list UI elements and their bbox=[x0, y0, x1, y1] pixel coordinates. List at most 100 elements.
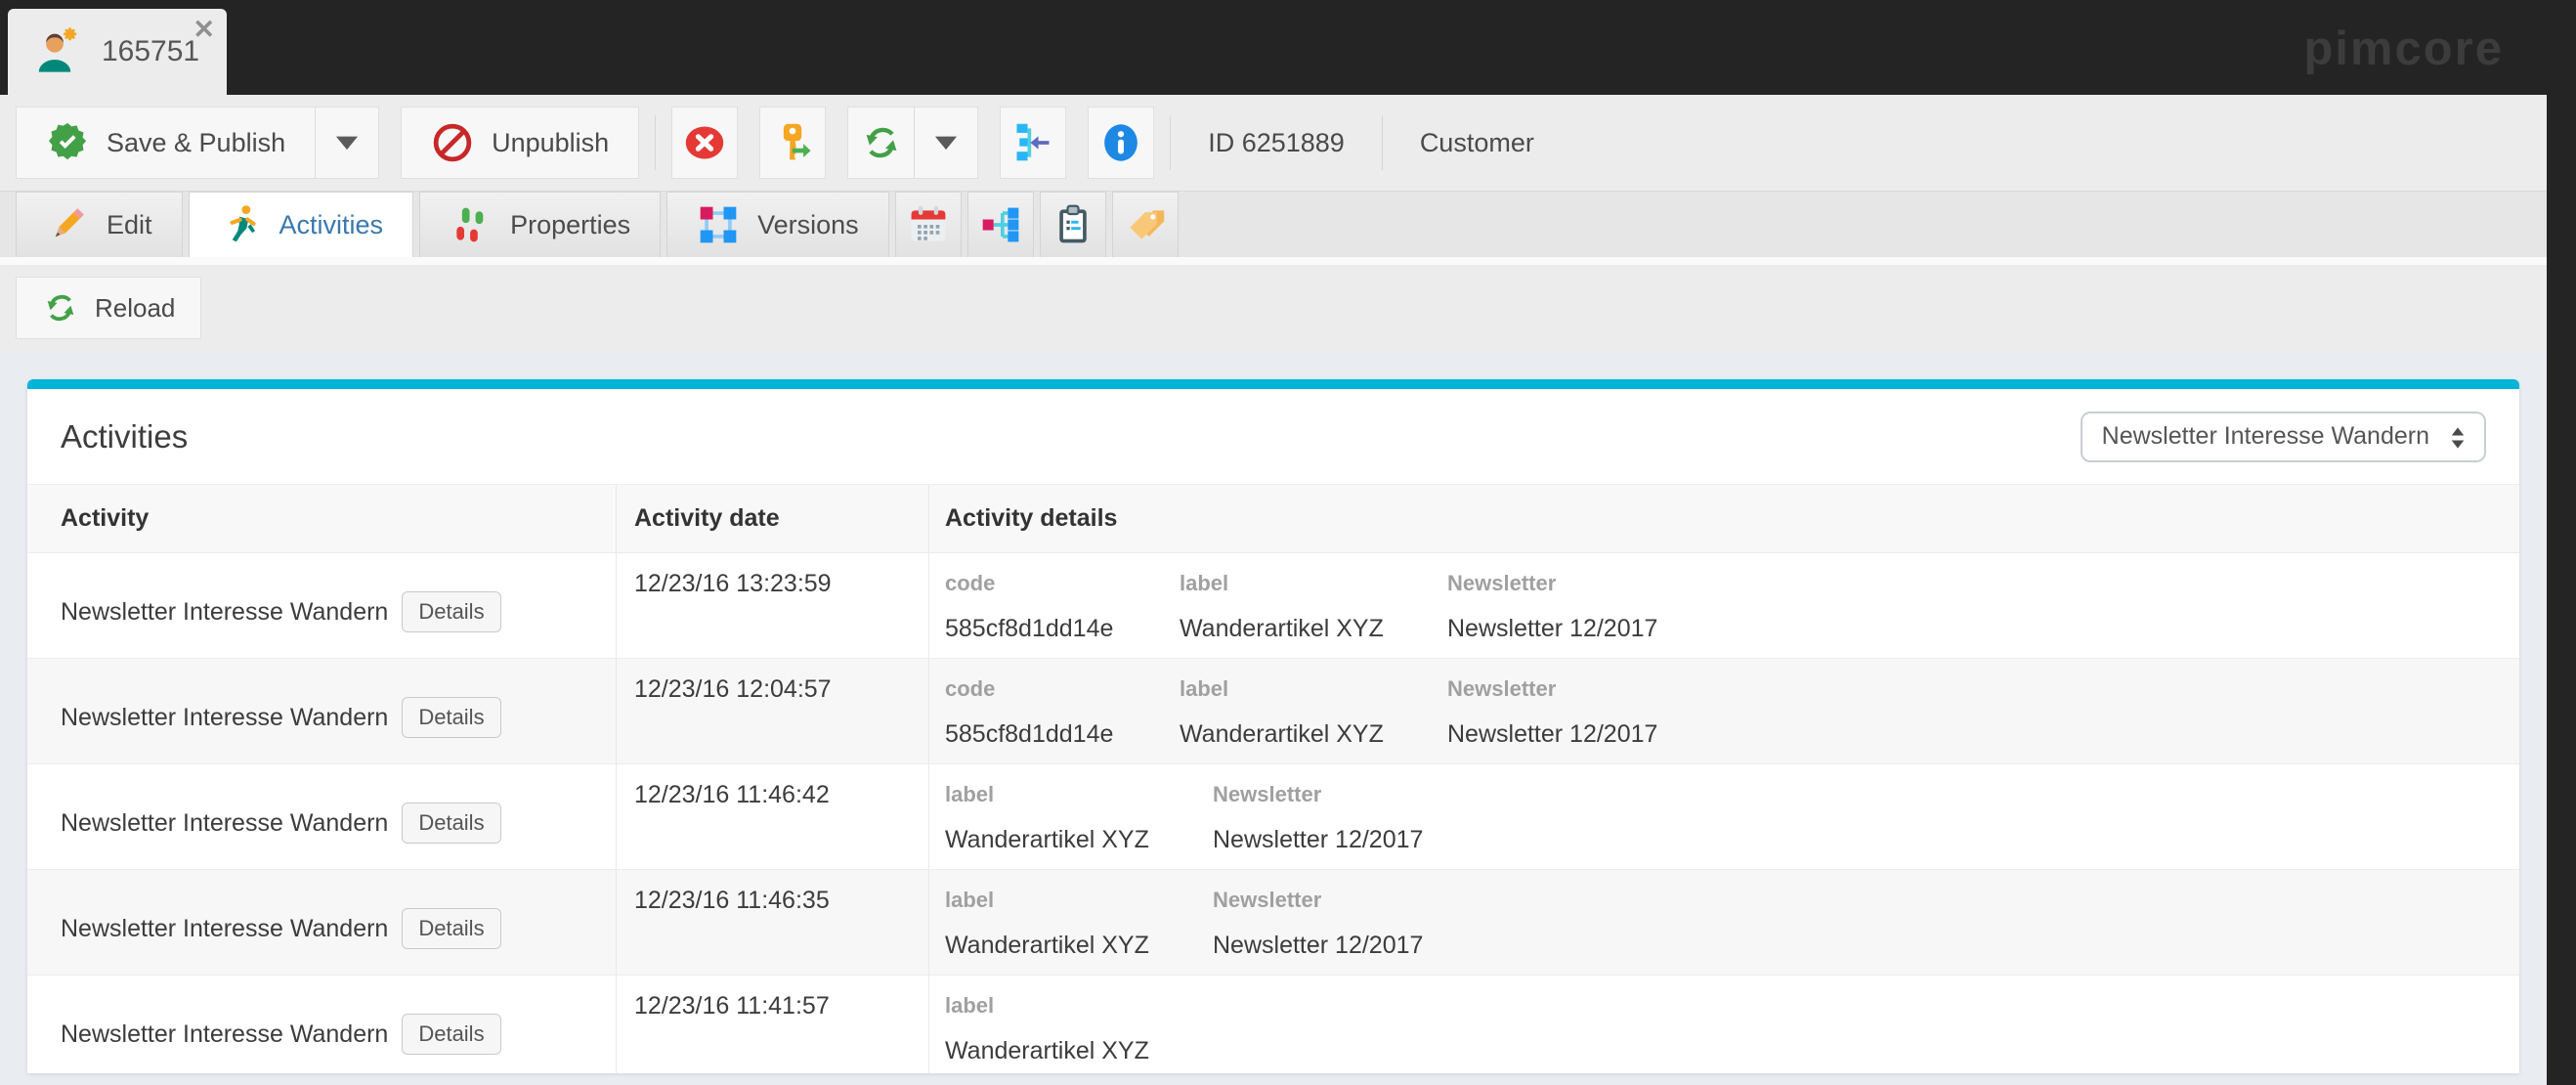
tab-edit-label: Edit bbox=[107, 210, 152, 240]
column-header-activity-details: Activity details bbox=[928, 485, 2519, 552]
detail-field-value: 585cf8d1dd14e bbox=[945, 716, 1180, 752]
detail-field-key: Newsletter bbox=[1213, 883, 1423, 918]
rename-key-button[interactable] bbox=[759, 107, 826, 179]
activity-details-fields: code 585cf8d1dd14elabelWanderartikel XYZN… bbox=[928, 659, 2519, 763]
detail-field-key: Newsletter bbox=[1447, 672, 1657, 707]
tags-icon bbox=[1124, 203, 1167, 246]
detail-field-key: Newsletter bbox=[1447, 566, 1657, 601]
detail-field-value: Wanderartikel XYZ bbox=[1180, 716, 1447, 752]
activities-toolbar: Reload bbox=[0, 265, 2576, 353]
activities-panel-header: Activities Newsletter Interesse Wandern bbox=[27, 389, 2519, 484]
calendar-icon bbox=[907, 203, 950, 246]
tab-dependencies[interactable] bbox=[967, 192, 1034, 257]
detail-field-label: labelWanderartikel XYZ bbox=[945, 777, 1213, 869]
pencil-icon bbox=[46, 203, 89, 246]
activity-name: Newsletter Interesse Wandern bbox=[61, 700, 388, 735]
info-button[interactable] bbox=[1088, 107, 1154, 179]
activity-details-fields: labelWanderartikel XYZ bbox=[928, 976, 2519, 1073]
detail-field-value: 585cf8d1dd14e bbox=[945, 611, 1180, 646]
details-button[interactable]: Details bbox=[402, 908, 500, 949]
table-row: Newsletter Interesse Wandern Details 12/… bbox=[27, 976, 2519, 1073]
unpublish-button[interactable]: Unpublish bbox=[401, 107, 639, 179]
activity-filter-select[interactable]: Newsletter Interesse Wandern bbox=[2081, 412, 2486, 462]
save-publish-label: Save & Publish bbox=[107, 128, 285, 158]
tab-versions[interactable]: Versions bbox=[666, 192, 889, 257]
detail-field-code: code 585cf8d1dd14e bbox=[945, 672, 1180, 763]
open-object-tab[interactable]: 165751 ✕ bbox=[8, 9, 227, 95]
reload-object-button[interactable] bbox=[847, 107, 914, 179]
activity-cell: Newsletter Interesse Wandern Details bbox=[27, 553, 616, 658]
delete-icon bbox=[683, 121, 726, 164]
activity-date-cell: 12/23/16 11:41:57 bbox=[616, 976, 928, 1073]
ban-icon bbox=[431, 121, 474, 164]
activity-cell: Newsletter Interesse Wandern Details bbox=[27, 659, 616, 763]
activity-details-fields: labelWanderartikel XYZNewsletterNewslett… bbox=[928, 764, 2519, 869]
object-type-label: Customer bbox=[1398, 128, 1556, 158]
detail-field-newsletter: Newsletter Newsletter 12/2017 bbox=[1447, 566, 1657, 658]
pimcore-logo: pimcore bbox=[2303, 22, 2504, 76]
activity-details-fields: code 585cf8d1dd14elabelWanderartikel XYZN… bbox=[928, 553, 2519, 658]
activity-cell: Newsletter Interesse Wandern Details bbox=[27, 764, 616, 869]
activity-date-cell: 12/23/16 12:04:57 bbox=[616, 659, 928, 763]
detail-field-newsletter: NewsletterNewsletter 12/2017 bbox=[1213, 883, 1423, 975]
save-publish-button[interactable]: Save & Publish bbox=[16, 107, 315, 179]
tab-notes-events[interactable] bbox=[1040, 192, 1106, 257]
detail-field-key: code bbox=[945, 566, 1180, 601]
activity-date: 12/23/16 11:41:57 bbox=[634, 976, 928, 1023]
close-tab-icon[interactable]: ✕ bbox=[193, 17, 215, 43]
toolbar-divider bbox=[1170, 115, 1171, 170]
reload-label: Reload bbox=[95, 293, 175, 324]
tab-edit[interactable]: Edit bbox=[16, 192, 183, 257]
save-options-caret-button[interactable] bbox=[315, 107, 379, 179]
toolbar-divider bbox=[1382, 115, 1383, 170]
activities-table-body: Newsletter Interesse Wandern Details 12/… bbox=[27, 553, 2519, 1073]
locate-in-tree-button[interactable] bbox=[1000, 107, 1066, 179]
detail-field-code: code 585cf8d1dd14e bbox=[945, 566, 1180, 658]
object-tab-title: 165751 bbox=[102, 35, 199, 68]
details-button[interactable]: Details bbox=[402, 1014, 500, 1055]
unpublish-label: Unpublish bbox=[492, 128, 609, 158]
right-edge-strip bbox=[2547, 0, 2576, 1085]
activity-filter-value: Newsletter Interesse Wandern bbox=[2102, 422, 2429, 451]
info-icon bbox=[1099, 121, 1142, 164]
detail-field-label: labelWanderartikel XYZ bbox=[1180, 672, 1447, 763]
object-id-label: ID 6251889 bbox=[1186, 128, 1366, 158]
hierarchy-icon bbox=[979, 203, 1022, 246]
tab-schedule[interactable] bbox=[895, 192, 962, 257]
detail-field-label: labelWanderartikel XYZ bbox=[945, 883, 1213, 975]
activity-date-cell: 12/23/16 11:46:35 bbox=[616, 870, 928, 975]
detail-field-value: Newsletter 12/2017 bbox=[1213, 822, 1423, 857]
tab-properties[interactable]: Properties bbox=[419, 192, 661, 257]
details-button[interactable]: Details bbox=[402, 697, 500, 738]
detail-field-key: code bbox=[945, 672, 1180, 707]
panel-title: Activities bbox=[61, 418, 188, 456]
select-arrows-icon bbox=[2443, 423, 2472, 453]
activity-name: Newsletter Interesse Wandern bbox=[61, 805, 388, 841]
user-avatar-icon bbox=[29, 26, 80, 77]
delete-button[interactable] bbox=[671, 107, 738, 179]
activity-date: 12/23/16 13:23:59 bbox=[634, 553, 928, 601]
reload-options-caret-button[interactable] bbox=[914, 107, 978, 179]
tab-activities[interactable]: Activities bbox=[189, 192, 414, 257]
tab-tags[interactable] bbox=[1112, 192, 1179, 257]
activity-cell: Newsletter Interesse Wandern Details bbox=[27, 870, 616, 975]
detail-field-value: Wanderartikel XYZ bbox=[1180, 611, 1447, 646]
detail-field-newsletter: Newsletter Newsletter 12/2017 bbox=[1447, 672, 1657, 763]
reload-button[interactable]: Reload bbox=[16, 277, 201, 339]
detail-field-value: Newsletter 12/2017 bbox=[1447, 611, 1657, 646]
activity-date-cell: 12/23/16 13:23:59 bbox=[616, 553, 928, 658]
detail-field-newsletter: NewsletterNewsletter 12/2017 bbox=[1213, 777, 1423, 869]
detail-field-label: labelWanderartikel XYZ bbox=[1180, 566, 1447, 658]
caret-down-icon bbox=[927, 124, 965, 161]
tab-activities-label: Activities bbox=[279, 210, 384, 240]
details-button[interactable]: Details bbox=[402, 803, 500, 844]
versions-icon bbox=[697, 203, 740, 246]
details-button[interactable]: Details bbox=[402, 591, 500, 632]
detail-field-value: Wanderartikel XYZ bbox=[945, 928, 1213, 963]
activity-date-cell: 12/23/16 11:46:42 bbox=[616, 764, 928, 869]
tab-properties-label: Properties bbox=[510, 210, 630, 240]
table-row: Newsletter Interesse Wandern Details 12/… bbox=[27, 764, 2519, 870]
object-tabbar: Edit Activities Properties bbox=[0, 192, 2576, 257]
refresh-icon bbox=[42, 289, 79, 326]
detail-field-value: Newsletter 12/2017 bbox=[1447, 716, 1657, 752]
